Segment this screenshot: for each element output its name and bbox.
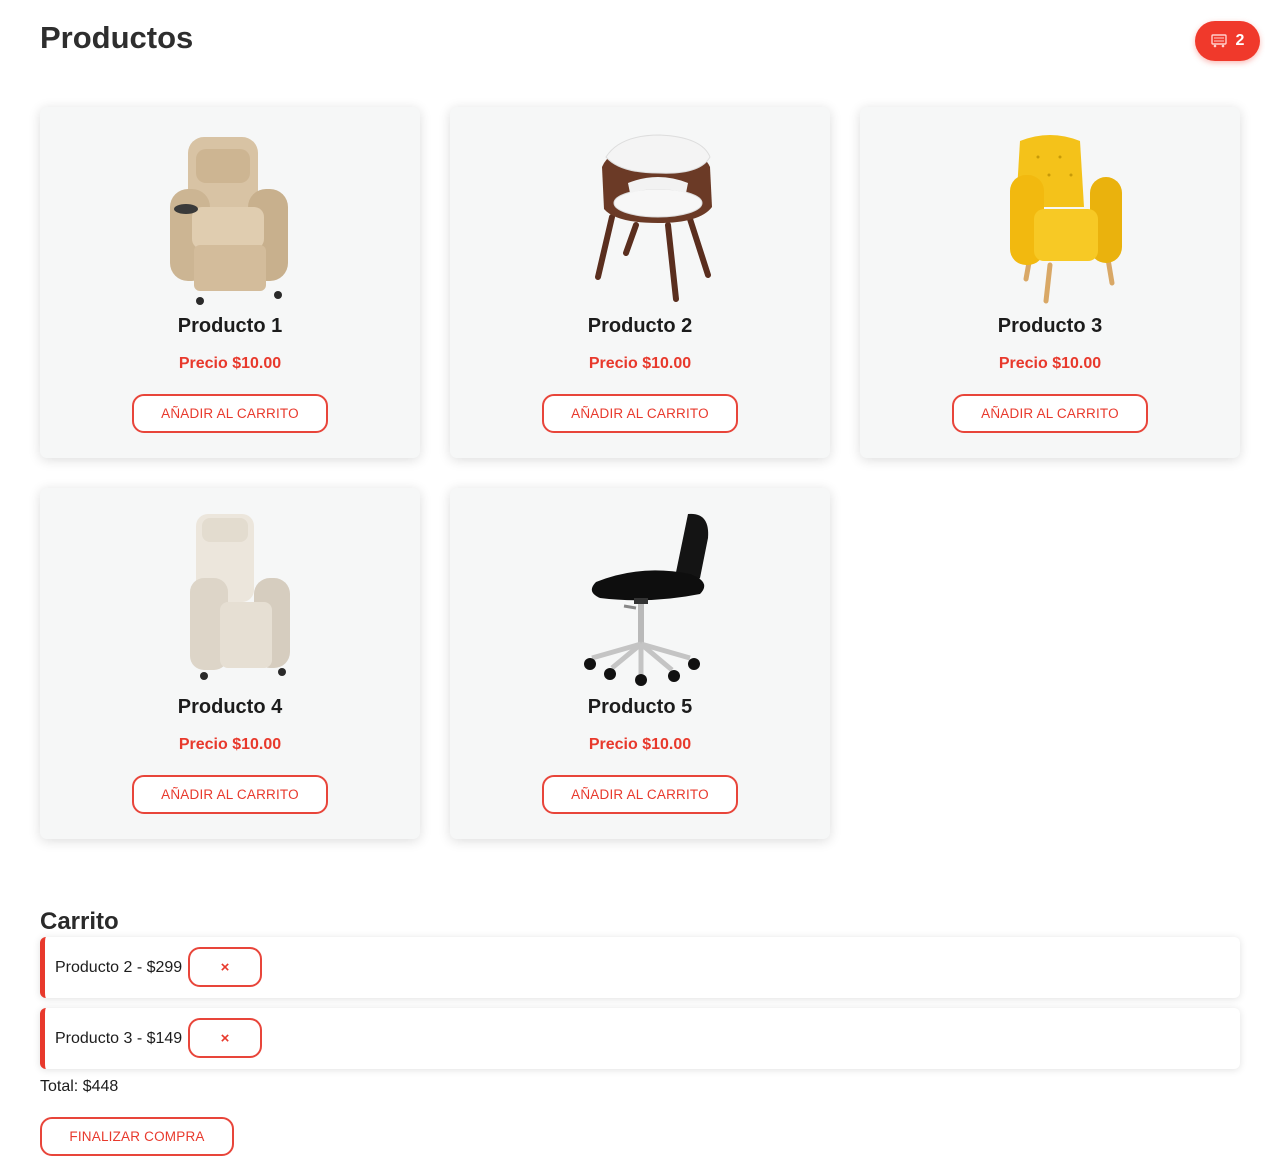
cart-item-label: Producto 3 - $149 — [55, 1030, 183, 1047]
product-image-white-wood-chair — [450, 127, 830, 307]
add-to-cart-button[interactable]: AÑADIR AL CARRITO — [542, 394, 738, 433]
product-card: Producto 4 Precio $10.00 AÑADIR AL CARRI… — [40, 488, 420, 839]
add-to-cart-button[interactable]: AÑADIR AL CARRITO — [542, 775, 738, 814]
shopping-cart-icon — [1210, 34, 1229, 48]
product-card: Producto 2 Precio $10.00 AÑADIR AL CARRI… — [450, 107, 830, 458]
cart-item: Producto 2 - $299 × — [40, 937, 1240, 998]
product-name: Producto 4 — [177, 696, 283, 718]
product-name: Producto 2 — [587, 315, 693, 337]
checkout-button[interactable]: FINALIZAR COMPRA — [40, 1117, 234, 1156]
remove-item-button[interactable]: × — [188, 947, 262, 987]
product-card: Producto 3 Precio $10.00 AÑADIR AL CARRI… — [860, 107, 1240, 458]
add-to-cart-button[interactable]: AÑADIR AL CARRITO — [132, 394, 328, 433]
cart-item-label: Producto 2 - $299 — [55, 959, 183, 976]
product-price: Precio $10.00 — [178, 355, 282, 372]
product-image-yellow-armchair — [860, 127, 1240, 307]
product-card: Producto 5 Precio $10.00 AÑADIR AL CARRI… — [450, 488, 830, 839]
cart-count: 2 — [1235, 32, 1245, 49]
product-image-cream-recliner — [40, 508, 420, 688]
cart-badge-button[interactable]: 2 — [1195, 21, 1260, 61]
cart-total: Total: $448 — [40, 1078, 119, 1095]
cart-title: Carrito — [40, 908, 119, 935]
add-to-cart-button[interactable]: AÑADIR AL CARRITO — [132, 775, 328, 814]
product-price: Precio $10.00 — [178, 736, 282, 753]
product-name: Producto 1 — [177, 315, 283, 337]
product-name: Producto 3 — [997, 315, 1103, 337]
product-image-beige-recliner — [40, 127, 420, 307]
product-price: Precio $10.00 — [998, 355, 1102, 372]
product-card: Producto 1 Precio $10.00 AÑADIR AL CARRI… — [40, 107, 420, 458]
cart-item: Producto 3 - $149 × — [40, 1008, 1240, 1069]
remove-item-button[interactable]: × — [188, 1018, 262, 1058]
product-image-black-office-chair — [450, 508, 830, 688]
add-to-cart-button[interactable]: AÑADIR AL CARRITO — [952, 394, 1148, 433]
product-price: Precio $10.00 — [588, 355, 692, 372]
product-price: Precio $10.00 — [588, 736, 692, 753]
page-title: Productos — [40, 20, 194, 55]
product-name: Producto 5 — [587, 696, 693, 718]
